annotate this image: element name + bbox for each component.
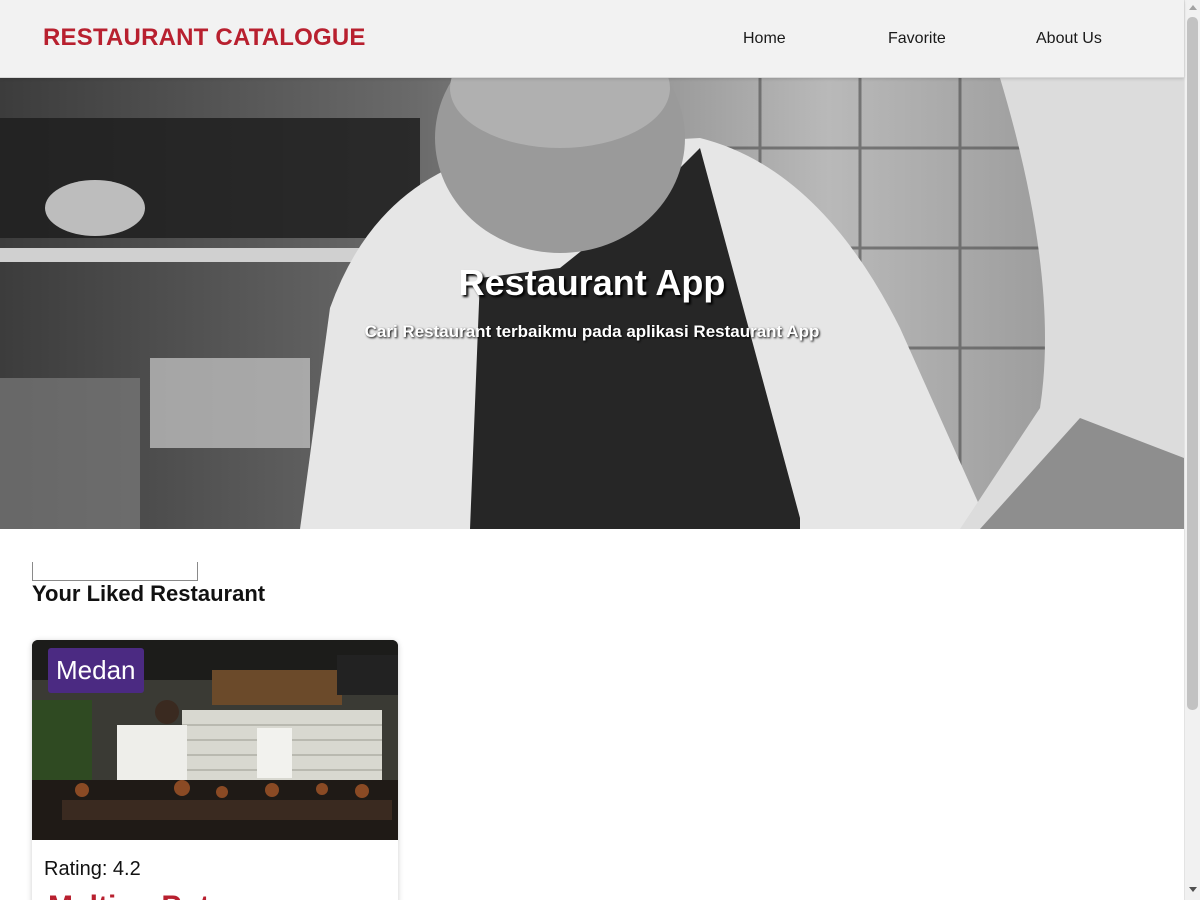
brand-title[interactable]: RESTAURANT CATALOGUE xyxy=(43,24,366,52)
hero-title: Restaurant App xyxy=(458,262,726,303)
nav-link-home[interactable]: Home xyxy=(743,30,786,48)
search-input[interactable] xyxy=(32,562,198,581)
hero-banner: Restaurant App Cari Restaurant terbaikmu… xyxy=(0,78,1184,529)
nav-link-favorite[interactable]: Favorite xyxy=(888,30,946,48)
scroll-up-arrow-icon[interactable] xyxy=(1189,5,1197,10)
scroll-down-arrow-icon[interactable] xyxy=(1189,887,1197,892)
vertical-scrollbar[interactable] xyxy=(1184,0,1200,900)
hero-subtitle: Cari Restaurant terbaikmu pada aplikasi … xyxy=(364,322,820,341)
rating-text: Rating: 4.2 xyxy=(44,858,141,880)
city-badge: Medan xyxy=(48,648,144,693)
restaurant-name-link[interactable]: Melting Pot xyxy=(48,890,210,900)
app-bar: RESTAURANT CATALOGUE Home Favorite About… xyxy=(0,0,1184,78)
section-title: Your Liked Restaurant xyxy=(32,581,266,606)
restaurant-card[interactable]: Medan Rating: 4.2 Melting Pot xyxy=(32,640,398,900)
nav-link-about-us[interactable]: About Us xyxy=(1036,30,1102,48)
scroll-thumb[interactable] xyxy=(1187,17,1198,710)
